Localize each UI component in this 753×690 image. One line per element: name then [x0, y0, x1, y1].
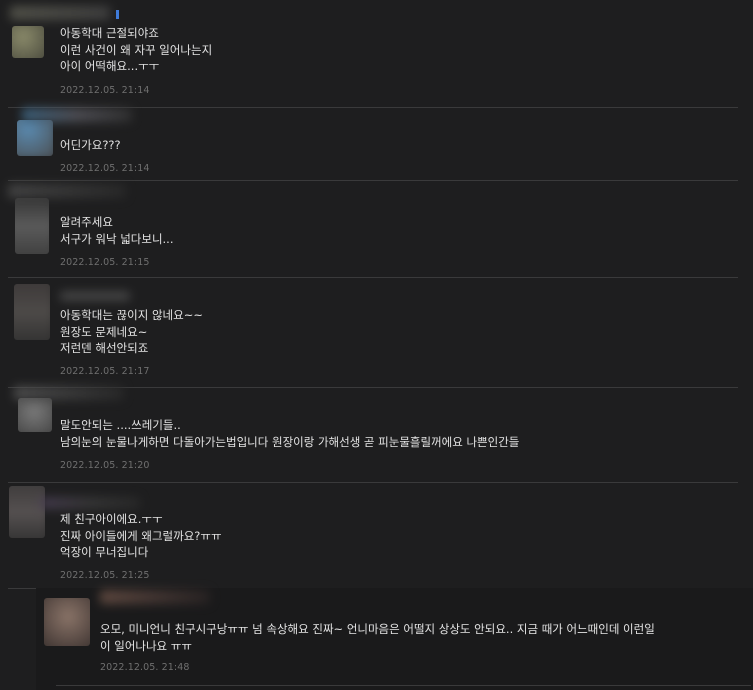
- comment-text: 아동학대는 끊이지 않네요~~ 원장도 문제네요~ 저런덴 해선안되죠: [60, 308, 203, 355]
- avatar[interactable]: [17, 120, 53, 156]
- avatar[interactable]: [9, 486, 45, 538]
- comment-date: 2022.12.05. 21:15: [60, 257, 150, 268]
- avatar[interactable]: [12, 26, 44, 58]
- divider: [8, 482, 738, 483]
- avatar[interactable]: [14, 284, 50, 340]
- author-badge-icon: [116, 10, 119, 19]
- comment-date: 2022.12.05. 21:17: [60, 366, 150, 377]
- author-name[interactable]: [10, 6, 110, 20]
- author-name[interactable]: [14, 386, 124, 400]
- comment-list-page: 아동학대 근절되야죠 이런 사건이 왜 자꾸 일어나는지 아이 어떡해요...ㅜ…: [0, 0, 753, 690]
- author-name[interactable]: [22, 108, 132, 122]
- comment-text: 알려주세요 서구가 워낙 넓다보니...: [60, 215, 174, 246]
- divider: [8, 277, 738, 278]
- reply-comment-item: 오모, 미니언니 친구시구낭ㅠㅠ 넘 속상해요 진짜~ 언니마음은 어떨지 상상…: [36, 588, 753, 690]
- avatar[interactable]: [18, 398, 52, 432]
- avatar[interactable]: [44, 598, 90, 646]
- author-name[interactable]: [100, 590, 210, 604]
- divider: [8, 180, 738, 181]
- author-name[interactable]: [40, 497, 140, 509]
- author-name[interactable]: [60, 292, 130, 300]
- comment-date: 2022.12.05. 21:20: [60, 460, 150, 471]
- comment-text: 말도안되는 ....쓰레기들.. 남의눈의 눈물나게하면 다돌아가는법입니다 원…: [60, 418, 520, 449]
- comment-date: 2022.12.05. 21:14: [60, 163, 150, 174]
- divider: [56, 685, 751, 686]
- comment-date: 2022.12.05. 21:25: [60, 570, 150, 581]
- reply-text: 오모, 미니언니 친구시구낭ㅠㅠ 넘 속상해요 진짜~ 언니마음은 어떨지 상상…: [100, 622, 655, 653]
- comment-text: 어딘가요???: [60, 138, 121, 152]
- comment-text: 아동학대 근절되야죠 이런 사건이 왜 자꾸 일어나는지 아이 어떡해요...ㅜ…: [60, 26, 213, 73]
- author-name[interactable]: [8, 184, 126, 198]
- comment-text: 제 친구아이에요.ㅜㅜ 진짜 아이들에게 왜그럴까요?ㅠㅠ 억장이 무너집니다: [60, 512, 222, 559]
- reply-date: 2022.12.05. 21:48: [100, 662, 190, 673]
- avatar[interactable]: [15, 198, 49, 254]
- comment-date: 2022.12.05. 21:14: [60, 85, 150, 96]
